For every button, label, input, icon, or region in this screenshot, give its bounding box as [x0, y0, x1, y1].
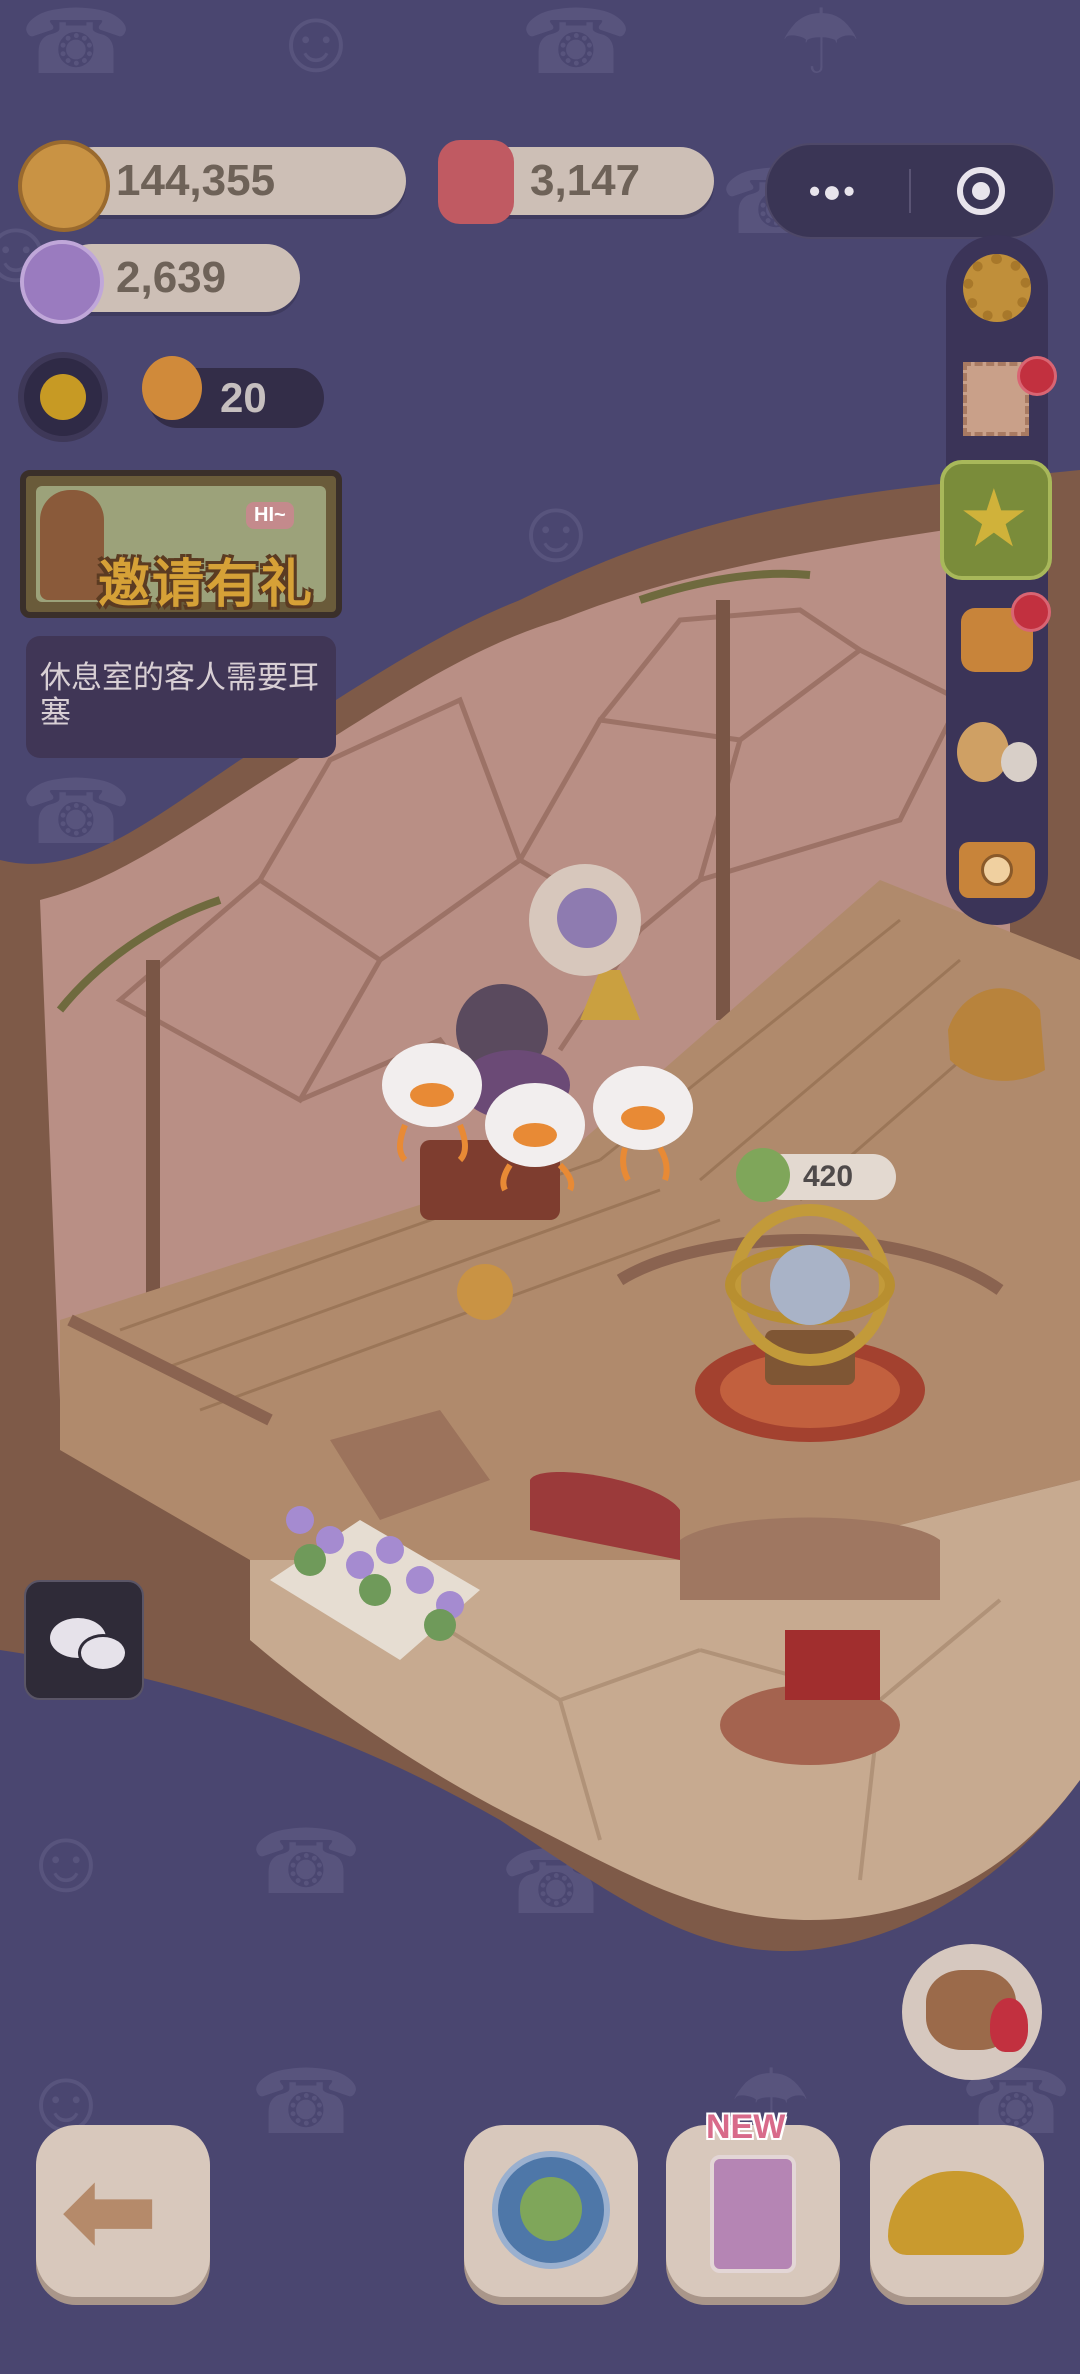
- more-button[interactable]: •●•: [767, 145, 907, 237]
- clover-icon: [736, 1148, 790, 1202]
- ghost-icon: [1001, 742, 1037, 782]
- clover-shop-button[interactable]: [464, 2125, 638, 2297]
- backpack-notification-dot: [1011, 592, 1051, 632]
- capsule-divider: [909, 169, 911, 213]
- new-card-button[interactable]: [666, 2125, 840, 2297]
- hard-hat-icon: [888, 2171, 1024, 2255]
- gear-icon: [963, 254, 1031, 322]
- alert-icon: [990, 1998, 1028, 2052]
- backpack-button[interactable]: [951, 592, 1051, 684]
- astrolabe-price: 420: [802, 1160, 854, 1193]
- back-button[interactable]: ⬅: [36, 2125, 210, 2297]
- candy-jar-icon: [438, 140, 514, 224]
- gem-count: 3,147: [530, 156, 641, 205]
- miniprogram-capsule: •●•: [765, 143, 1055, 239]
- build-button[interactable]: [870, 2125, 1044, 2297]
- mascot-token-icon: [142, 356, 202, 420]
- guide-character-button[interactable]: [902, 1944, 1042, 2080]
- invite-character-icon: [40, 490, 104, 600]
- camera-icon: [959, 842, 1035, 898]
- cookie-icon: [18, 140, 110, 232]
- hint-text-box: 休息室的客人需要耳塞: [26, 636, 336, 758]
- more-dots-icon: •●•: [809, 173, 857, 209]
- clover-badge-icon: [492, 2151, 610, 2269]
- star-event-button[interactable]: ★: [940, 460, 1052, 580]
- invite-banner[interactable]: HI~ 邀请有礼: [20, 470, 342, 618]
- settings-button[interactable]: [951, 242, 1043, 334]
- card-icon: [710, 2155, 796, 2273]
- back-arrow-icon: ⬅: [60, 2145, 159, 2277]
- invite-hi-badge: HI~: [246, 502, 294, 529]
- cookie-count: 144,355: [116, 156, 276, 205]
- candy-icon: [20, 240, 104, 324]
- close-button[interactable]: [917, 145, 1053, 237]
- hint-text: 休息室的客人需要耳塞: [40, 660, 319, 730]
- cookie-counter: 144,355: [60, 147, 406, 215]
- invite-banner-text: 邀请有礼: [98, 556, 315, 614]
- stamp-notification-dot: [1017, 356, 1057, 396]
- ticket-count: 20: [220, 374, 267, 421]
- camera-button[interactable]: [951, 822, 1043, 914]
- friends-icon: [957, 722, 1009, 782]
- friends-button[interactable]: [951, 712, 1043, 804]
- sun-icon: [40, 374, 86, 420]
- chat-button[interactable]: [24, 1580, 144, 1700]
- sun-level-icon[interactable]: [18, 352, 108, 442]
- stamp-button[interactable]: [951, 352, 1057, 444]
- candy-count: 2,639: [116, 253, 227, 302]
- star-icon: ★: [958, 474, 1030, 563]
- new-badge: NEW: [706, 2108, 786, 2146]
- target-icon: [957, 167, 1005, 215]
